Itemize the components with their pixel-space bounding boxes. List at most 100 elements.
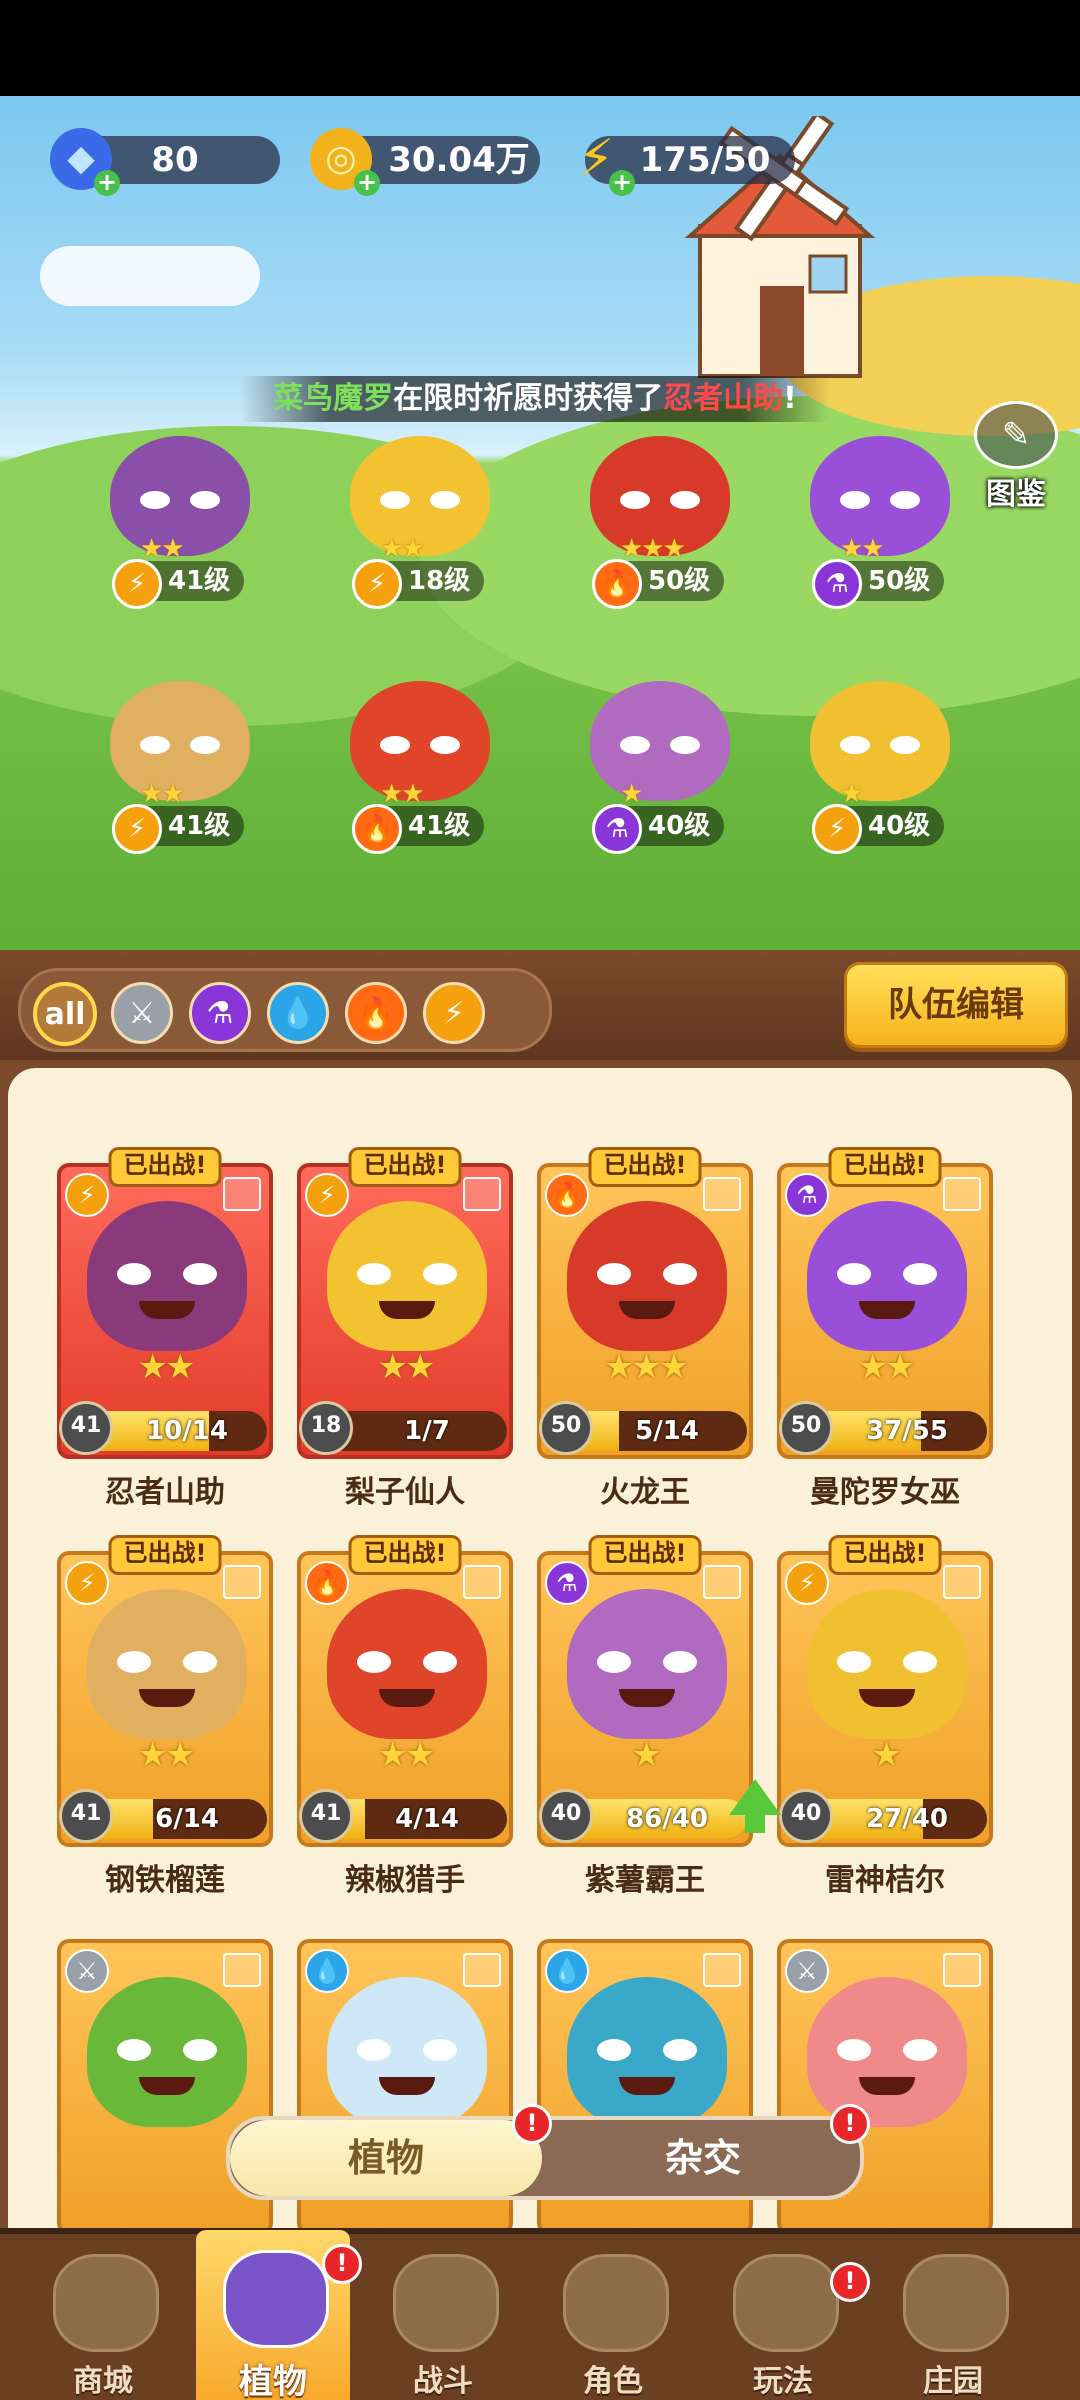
plant-eye bbox=[903, 2039, 937, 2061]
hero-scene: ◆ + 80 ◎ + 30.04万 ⚡ + 175/50 菜鸟魔罗在限时祈愿时获得了忍… bbox=[0, 96, 1080, 950]
filter-band: all ⚔ ⚗ 💧 🔥 ⚡ 队伍编辑 bbox=[0, 950, 1080, 1060]
plant-card[interactable]: 已出战! 🔥 ★★ 4/14 41 辣椒猎手 bbox=[297, 1535, 513, 1898]
filter-sword-icon[interactable]: ⚔ bbox=[111, 982, 173, 1044]
filter-all-button[interactable]: all bbox=[33, 982, 97, 1046]
deployed-label: 已出战! bbox=[843, 1151, 927, 1179]
atlas-label: 图鉴 bbox=[986, 477, 1046, 512]
team-hero-slot[interactable]: ★ ⚗ 40级 bbox=[560, 671, 760, 854]
deployed-badge: 已出战! bbox=[108, 1535, 222, 1575]
hero-eye bbox=[140, 736, 170, 754]
card-stars: ★★ bbox=[377, 1347, 436, 1387]
card-name: 辣椒猎手 bbox=[345, 1863, 465, 1898]
plant-eye bbox=[423, 1263, 457, 1285]
plant-eye bbox=[117, 1651, 151, 1673]
announcement-end: ! bbox=[783, 381, 797, 416]
deployed-label: 已出战! bbox=[603, 1539, 687, 1567]
plant-mouth bbox=[619, 1689, 675, 1707]
coin-counter[interactable]: ◎ + 30.04万 bbox=[310, 128, 540, 196]
tab-plants-label: 植物 bbox=[347, 2136, 424, 2180]
plant-mouth bbox=[619, 2077, 675, 2095]
card-name: 雷神桔尔 bbox=[825, 1863, 945, 1898]
fragment-count: 6/14 bbox=[155, 1804, 219, 1834]
team-hero-slot[interactable]: ★★ 🔥 41级 bbox=[320, 671, 520, 854]
team-hero-slot[interactable]: ★★ ⚡ 18级 bbox=[320, 426, 520, 609]
plant-card[interactable]: 已出战! ⚡ ★★ 10/14 41 忍者山助 bbox=[57, 1147, 273, 1510]
nav-item-character[interactable]: 角色 bbox=[538, 2248, 688, 2400]
poison-icon: ⚗ bbox=[812, 559, 862, 609]
nav-label: 商城 bbox=[73, 2364, 133, 2399]
filter-poison-icon[interactable]: ⚗ bbox=[189, 982, 251, 1044]
card-stars: ★★ bbox=[137, 1347, 196, 1387]
fragment-count: 1/7 bbox=[404, 1416, 450, 1446]
lightning-icon: ⚡ bbox=[352, 559, 402, 609]
filter-water-icon[interactable]: 💧 bbox=[267, 982, 329, 1044]
team-hero-slot[interactable]: ★★ ⚡ 41级 bbox=[80, 671, 280, 854]
nav-item-manor[interactable]: 庄园 bbox=[878, 2248, 1028, 2400]
card-level-badge: 41 bbox=[59, 1401, 113, 1455]
team-edit-label: 队伍编辑 bbox=[888, 985, 1024, 1025]
filter-fire-icon[interactable]: 🔥 bbox=[345, 982, 407, 1044]
plant-card[interactable]: 已出战! ⚡ ★ 27/40 40 雷神桔尔 bbox=[777, 1535, 993, 1898]
card-level-badge: 50 bbox=[539, 1401, 593, 1455]
alert-mark: ! bbox=[336, 2249, 348, 2277]
announcement-hero: 忍者山助 bbox=[663, 381, 784, 416]
team-hero-slot[interactable]: ★★ ⚗ 50级 bbox=[780, 426, 980, 609]
card-stars: ★ bbox=[871, 1735, 901, 1775]
grid-size-icon bbox=[223, 1177, 261, 1211]
deployed-label: 已出战! bbox=[843, 1539, 927, 1567]
plant-eye bbox=[357, 2039, 391, 2061]
plant-eye bbox=[183, 1263, 217, 1285]
team-edit-button[interactable]: 队伍编辑 bbox=[844, 962, 1068, 1048]
plant-mouth bbox=[859, 2077, 915, 2095]
plant-card[interactable]: 已出战! ⚗ ★★ 37/55 50 曼陀罗女巫 bbox=[777, 1147, 993, 1510]
plant-eye bbox=[357, 1263, 391, 1285]
hero-eye bbox=[430, 736, 460, 754]
hero-eye bbox=[190, 736, 220, 754]
plant-portrait bbox=[807, 1589, 967, 1739]
team-hero-slot[interactable]: ★★★ 🔥 50级 bbox=[560, 426, 760, 609]
gem-amount: 80 bbox=[151, 140, 199, 180]
plant-card-grid[interactable]: 已出战! ⚡ ★★ 10/14 41 忍者山助 已出战! ⚡ ★★ 1/7 18 梨子仙人 已出战! 🔥 ★… bbox=[8, 1068, 1072, 2235]
hero-level: ⚡ 40级 bbox=[812, 804, 945, 854]
element-filter-bar: all ⚔ ⚗ 💧 🔥 ⚡ bbox=[18, 968, 552, 1052]
plant-eye bbox=[837, 2039, 871, 2061]
plant-portrait bbox=[807, 1977, 967, 2127]
plant-card[interactable]: 已出战! ⚡ ★★ 6/14 41 钢铁榴莲 bbox=[57, 1535, 273, 1898]
atlas-button[interactable]: ✎ 图鉴 bbox=[970, 401, 1062, 512]
plant-card[interactable]: 已出战! ⚗ ★ 86/40 40 紫薯霸王 bbox=[537, 1535, 781, 1898]
energy-counter[interactable]: ⚡ + 175/50 bbox=[578, 133, 795, 196]
poison-icon: ⚗ bbox=[785, 1173, 829, 1217]
nav-label: 庄园 bbox=[923, 2364, 983, 2399]
plant-card[interactable]: 已出战! ⚡ ★★ 1/7 18 梨子仙人 bbox=[297, 1147, 513, 1510]
cloud-decoration bbox=[40, 246, 260, 306]
tab-hybrid[interactable]: 杂交 bbox=[546, 2120, 860, 2196]
hero-eye bbox=[620, 491, 650, 509]
grid-size-icon bbox=[943, 1565, 981, 1599]
nav-item-shop[interactable]: 商城 bbox=[28, 2248, 178, 2400]
nav-item-battle[interactable]: 战斗 bbox=[368, 2248, 518, 2400]
plant-icon bbox=[223, 2250, 329, 2348]
plant-card[interactable]: 已出战! 🔥 ★★★ 5/14 50 火龙王 bbox=[537, 1147, 753, 1510]
tab-plants[interactable]: 植物 bbox=[230, 2120, 542, 2196]
hero-figure bbox=[590, 681, 730, 801]
gem-counter[interactable]: ◆ + 80 bbox=[50, 128, 280, 196]
plant-eye bbox=[423, 1651, 457, 1673]
plant-eye bbox=[183, 1651, 217, 1673]
hero-eye bbox=[890, 491, 920, 509]
nav-label: 玩法 bbox=[753, 2364, 813, 2399]
hero-figure bbox=[810, 681, 950, 801]
team-hero-slot[interactable]: ★ ⚡ 40级 bbox=[780, 671, 980, 854]
hero-eye bbox=[840, 491, 870, 509]
card-stars: ★★ bbox=[377, 1735, 436, 1775]
app-root: ◆ + 80 ◎ + 30.04万 ⚡ + 175/50 菜鸟魔罗在限时祈愿时获得了忍… bbox=[0, 0, 1080, 2400]
team-hero-slot[interactable]: ★★ ⚡ 41级 bbox=[80, 426, 280, 609]
fragment-count: 4/14 bbox=[395, 1804, 459, 1834]
card-level-badge: 40 bbox=[779, 1789, 833, 1843]
add-coins-icon[interactable]: + bbox=[354, 170, 380, 196]
filter-lightning-icon[interactable]: ⚡ bbox=[423, 982, 485, 1044]
hero-level-label: 40级 bbox=[868, 811, 931, 841]
plant-eye bbox=[663, 1263, 697, 1285]
hero-level-label: 40级 bbox=[648, 811, 711, 841]
plant-portrait bbox=[567, 1977, 727, 2127]
atlas-icon: ✎ bbox=[974, 401, 1058, 469]
